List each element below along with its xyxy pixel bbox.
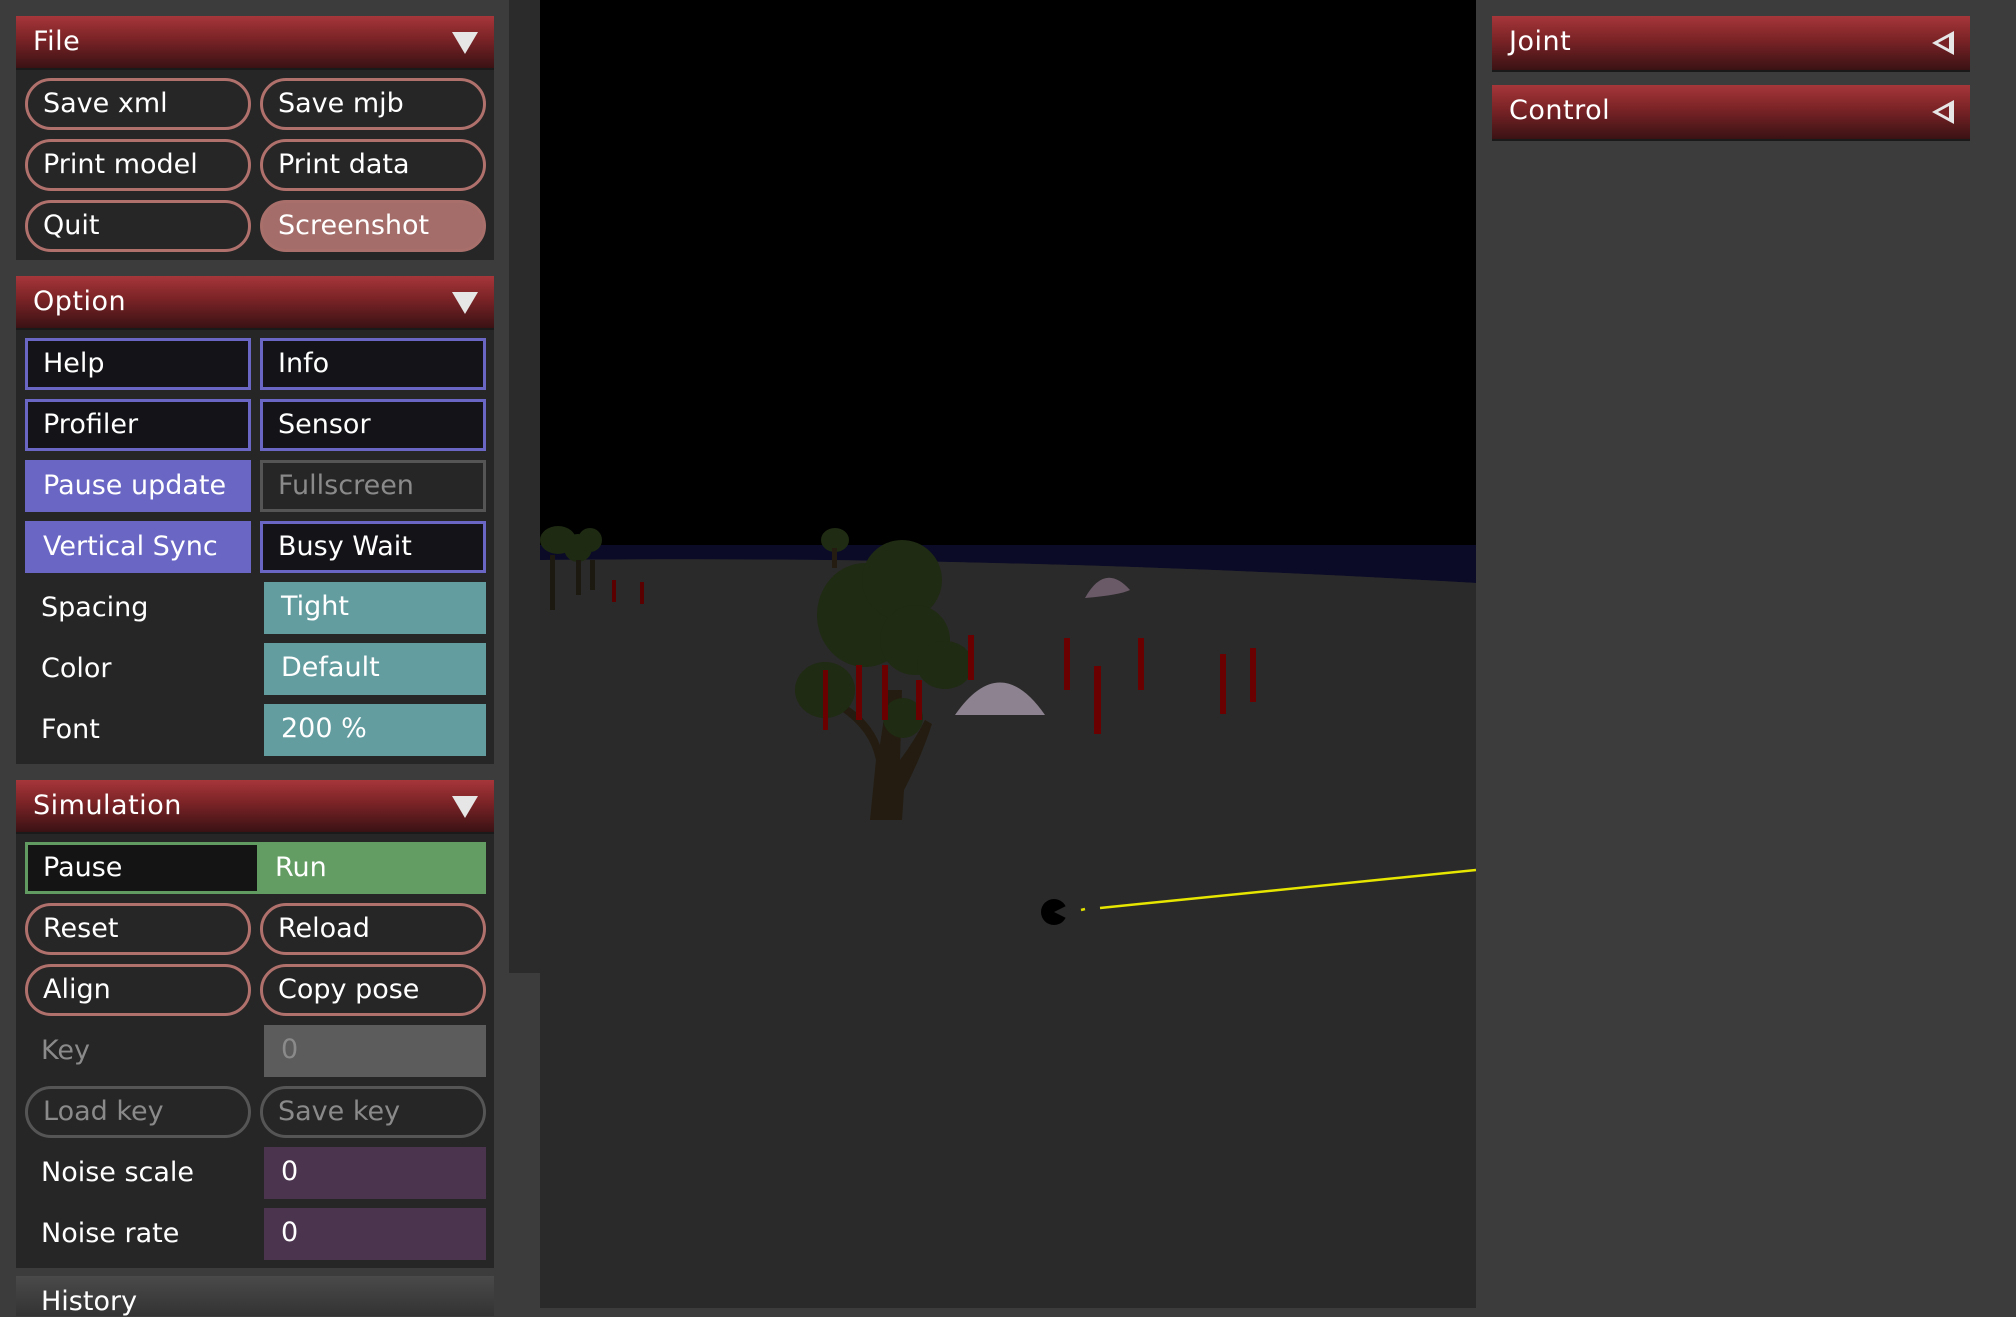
load-key-button[interactable]: Load key bbox=[25, 1086, 251, 1138]
save-key-button[interactable]: Save key bbox=[260, 1086, 486, 1138]
simulation-viewport[interactable] bbox=[540, 0, 1476, 1308]
expand-triangle-icon[interactable] bbox=[1932, 31, 1954, 55]
profiler-button[interactable]: Profiler bbox=[25, 399, 251, 451]
option-section-title: Option bbox=[33, 286, 127, 317]
fullscreen-toggle[interactable]: Fullscreen bbox=[260, 460, 486, 512]
sensor-ray bbox=[1080, 907, 1086, 912]
print-model-button[interactable]: Print model bbox=[25, 139, 251, 191]
run-radio[interactable]: Run bbox=[260, 842, 486, 894]
option-section: Option Help Info Profiler Sensor Pause u… bbox=[16, 276, 494, 764]
pause-radio[interactable]: Pause bbox=[25, 842, 260, 894]
red-post bbox=[612, 580, 616, 602]
simulation-section-header[interactable]: Simulation bbox=[16, 780, 494, 834]
collapse-triangle-icon[interactable] bbox=[452, 32, 478, 54]
font-label: Font bbox=[41, 714, 100, 745]
left-panel-scrollbar[interactable] bbox=[509, 0, 540, 973]
save-mjb-button[interactable]: Save mjb bbox=[260, 78, 486, 130]
history-section-title: History bbox=[41, 1286, 138, 1317]
file-section: File Save xml Save mjb Print model Print… bbox=[16, 16, 494, 260]
spacing-select[interactable]: Tight bbox=[264, 582, 486, 634]
noise-scale-label: Noise scale bbox=[41, 1157, 195, 1188]
pause-update-toggle[interactable]: Pause update bbox=[25, 460, 251, 512]
joint-section-title: Joint bbox=[1509, 26, 1572, 57]
red-post bbox=[640, 582, 644, 604]
color-select[interactable]: Default bbox=[264, 643, 486, 695]
sensor-button[interactable]: Sensor bbox=[260, 399, 486, 451]
align-button[interactable]: Align bbox=[25, 964, 251, 1016]
vertical-sync-toggle[interactable]: Vertical Sync bbox=[25, 521, 251, 573]
scene-rendering bbox=[540, 526, 1476, 1308]
copy-pose-button[interactable]: Copy pose bbox=[260, 964, 486, 1016]
save-xml-button[interactable]: Save xml bbox=[25, 78, 251, 130]
history-section-header[interactable]: History bbox=[16, 1276, 494, 1317]
collapse-triangle-icon[interactable] bbox=[452, 292, 478, 314]
file-section-header[interactable]: File bbox=[16, 16, 494, 70]
simulation-section: Simulation Pause Run Reset Reload Align … bbox=[16, 780, 494, 1268]
noise-scale-slider[interactable]: 0 bbox=[264, 1147, 486, 1199]
spacing-label: Spacing bbox=[41, 592, 149, 623]
reload-button[interactable]: Reload bbox=[260, 903, 486, 955]
busy-wait-toggle[interactable]: Busy Wait bbox=[260, 521, 486, 573]
screenshot-button[interactable]: Screenshot bbox=[260, 200, 486, 252]
collapse-triangle-icon[interactable] bbox=[452, 796, 478, 818]
noise-rate-slider[interactable]: 0 bbox=[264, 1208, 486, 1260]
key-slider[interactable]: 0 bbox=[264, 1025, 486, 1077]
reset-button[interactable]: Reset bbox=[25, 903, 251, 955]
print-data-button[interactable]: Print data bbox=[260, 139, 486, 191]
option-section-header[interactable]: Option bbox=[16, 276, 494, 330]
info-button[interactable]: Info bbox=[260, 338, 486, 390]
noise-rate-label: Noise rate bbox=[41, 1218, 180, 1249]
simulation-section-title: Simulation bbox=[33, 790, 182, 821]
help-button[interactable]: Help bbox=[25, 338, 251, 390]
quit-button[interactable]: Quit bbox=[25, 200, 251, 252]
control-section-title: Control bbox=[1509, 95, 1611, 126]
color-label: Color bbox=[41, 653, 112, 684]
file-section-title: File bbox=[33, 26, 81, 57]
expand-triangle-icon[interactable] bbox=[1932, 100, 1954, 124]
font-select[interactable]: 200 % bbox=[264, 704, 486, 756]
right-ui-panel: Joint Control bbox=[1476, 0, 2016, 1308]
control-section-header[interactable]: Control bbox=[1492, 85, 1970, 141]
joint-section-header[interactable]: Joint bbox=[1492, 16, 1970, 72]
ground-plane bbox=[540, 559, 1476, 1308]
left-ui-panel: File Save xml Save mjb Print model Print… bbox=[0, 0, 509, 1317]
key-label: Key bbox=[41, 1035, 90, 1066]
